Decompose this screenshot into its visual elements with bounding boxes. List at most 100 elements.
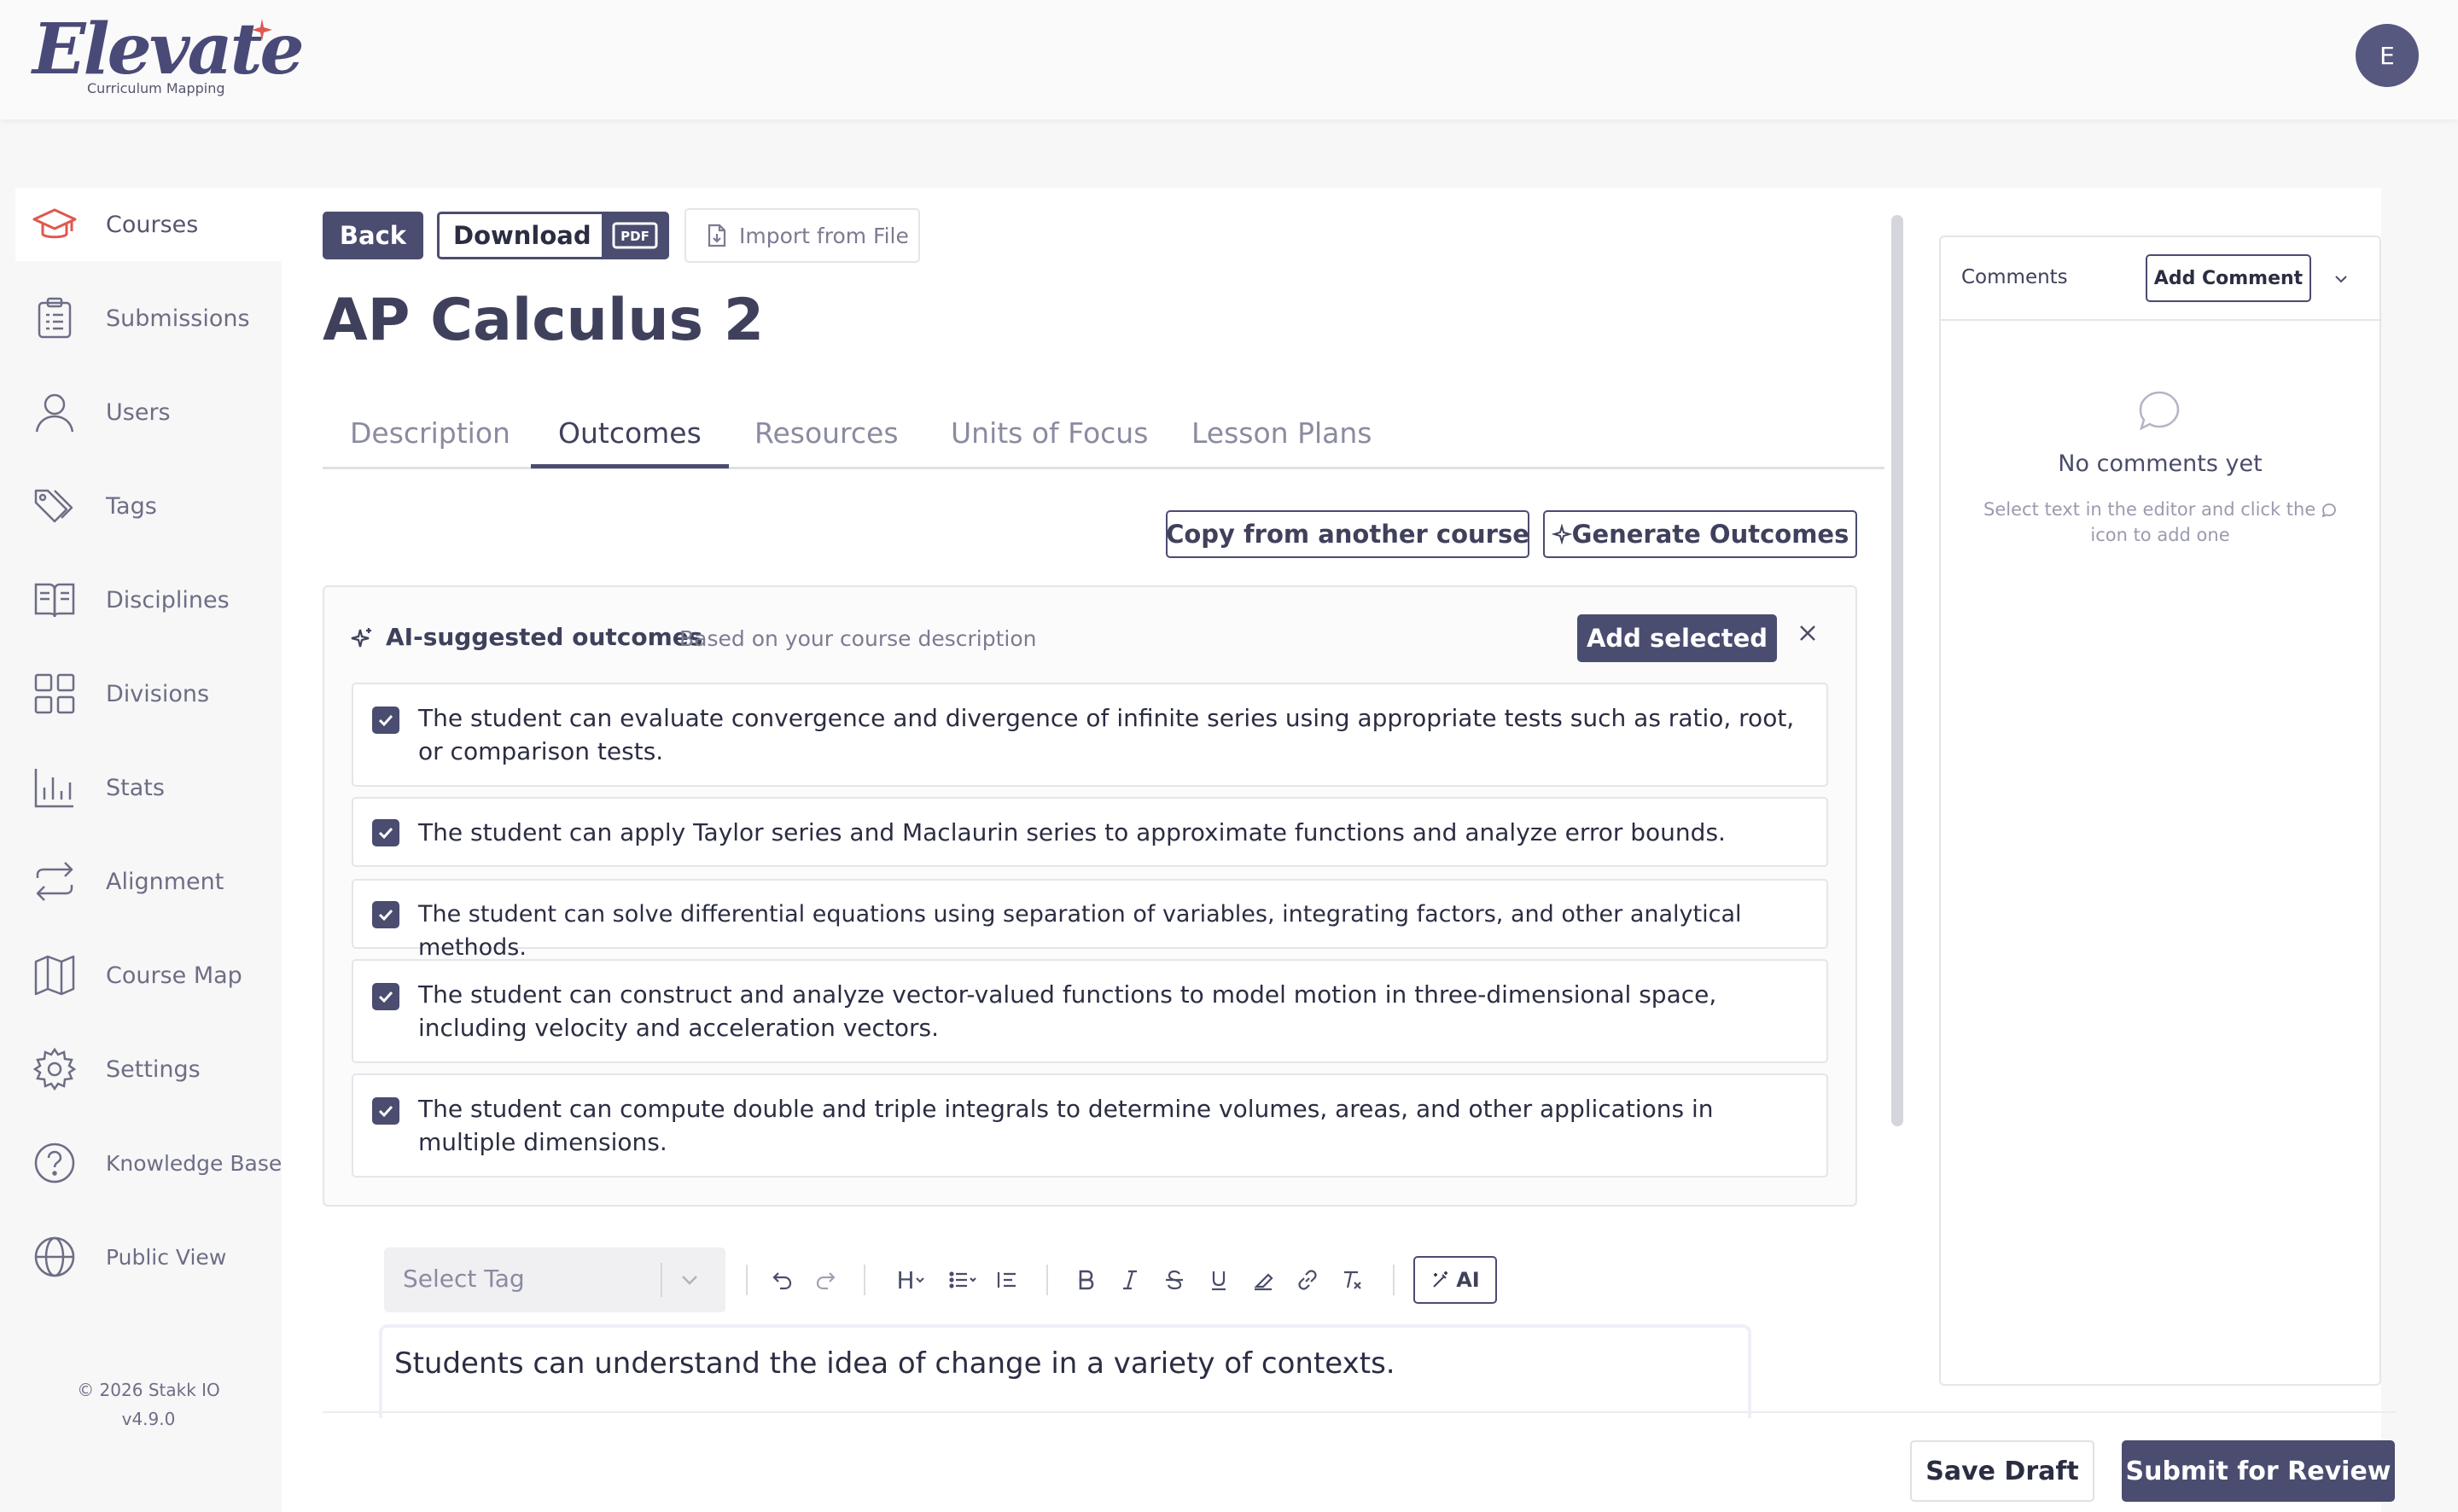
strikethrough-icon	[1166, 1270, 1183, 1290]
clear-format-button[interactable]	[1335, 1263, 1369, 1297]
generate-outcomes-button[interactable]: Generate Outcomes	[1543, 510, 1857, 558]
bullet-list-icon	[949, 1271, 976, 1288]
sidebar-item-settings[interactable]: Settings	[15, 1032, 282, 1106]
outcome-checkbox[interactable]	[372, 901, 399, 928]
heading-dropdown[interactable]: H	[891, 1263, 930, 1297]
tab-outcomes[interactable]: Outcomes	[558, 416, 702, 450]
repeat-arrows-icon	[36, 862, 73, 901]
sidebar-item-label: Settings	[106, 1055, 201, 1083]
sidebar-item-label: Alignment	[106, 868, 224, 895]
open-book-icon	[34, 583, 75, 618]
sidebar-item-alignment[interactable]: Alignment	[15, 845, 282, 918]
copy-from-course-button[interactable]: Copy from another course	[1166, 510, 1529, 558]
main-scrollbar[interactable]	[1891, 215, 1903, 1126]
app-logo[interactable]: Elevate Curriculum Mapping	[32, 9, 305, 102]
submit-for-review-button[interactable]: Submit for Review	[2122, 1440, 2395, 1502]
comment-icon	[2321, 503, 2336, 518]
globe-icon	[34, 1236, 75, 1277]
link-icon	[1298, 1270, 1317, 1290]
download-button[interactable]: Download PDF	[437, 212, 669, 259]
outcome-checkbox[interactable]	[372, 983, 399, 1010]
indent-button[interactable]	[990, 1263, 1024, 1297]
tab-resources[interactable]: Resources	[754, 416, 899, 450]
sidebar-item-knowledge-base[interactable]: Knowledge Base	[15, 1126, 282, 1200]
import-from-file-button[interactable]: Import from File	[684, 208, 920, 263]
user-icon	[35, 393, 74, 433]
tab-units-of-focus[interactable]: Units of Focus	[951, 416, 1148, 450]
message-bubble-icon	[2139, 391, 2180, 431]
back-button[interactable]: Back	[323, 212, 423, 259]
chevron-down-icon	[682, 1276, 697, 1285]
tag-select-placeholder: Select Tag	[403, 1265, 525, 1293]
outcome-item[interactable]: The student can solve differential equat…	[352, 879, 1828, 961]
sidebar-item-course-map[interactable]: Course Map	[15, 939, 282, 1012]
rich-text-editor[interactable]: Students can understand the idea of chan…	[379, 1324, 1751, 1418]
highlight-button[interactable]	[1246, 1263, 1280, 1297]
checkmark-icon	[378, 714, 393, 727]
list-dropdown[interactable]	[942, 1263, 983, 1297]
sidebar-item-stats[interactable]: Stats	[15, 751, 282, 824]
checkmark-icon	[378, 909, 393, 922]
bold-button[interactable]	[1069, 1263, 1103, 1297]
sparkle-icon	[351, 628, 371, 648]
pdf-badge-text: PDF	[620, 229, 649, 244]
sidebar-item-public-view[interactable]: Public View	[15, 1220, 282, 1294]
toolbar-divider	[746, 1265, 748, 1295]
add-selected-button[interactable]: Add selected	[1577, 614, 1777, 662]
outcome-item[interactable]: The student can construct and analyze ve…	[352, 959, 1828, 1063]
footer-divider	[323, 1411, 2397, 1413]
logo-spark-icon	[252, 19, 272, 41]
pdf-icon: PDF	[602, 214, 668, 257]
map-icon	[34, 955, 75, 996]
chevron-down-icon[interactable]	[2332, 270, 2350, 288]
tab-description[interactable]: Description	[350, 416, 510, 450]
version-text: v4.9.0	[121, 1409, 176, 1429]
bar-chart-icon	[34, 769, 73, 808]
outcome-checkbox[interactable]	[372, 819, 399, 846]
underline-button[interactable]	[1202, 1263, 1236, 1297]
tag-select[interactable]: Select Tag	[384, 1247, 725, 1312]
sidebar-item-users[interactable]: Users	[15, 375, 282, 449]
redo-button[interactable]	[809, 1263, 843, 1297]
link-button[interactable]	[1290, 1263, 1325, 1297]
italic-button[interactable]	[1113, 1263, 1147, 1297]
outcome-text: The student can solve differential equat…	[418, 901, 1742, 961]
download-label: Download	[453, 221, 591, 250]
hint-line-1: Select text in the editor and click the	[1983, 499, 2316, 520]
import-label: Import from File	[739, 223, 909, 248]
add-comment-button[interactable]: Add Comment	[2146, 254, 2311, 302]
strikethrough-button[interactable]	[1157, 1263, 1191, 1297]
sidebar-item-label: Course Map	[106, 962, 242, 989]
ai-assist-button[interactable]: AI	[1413, 1256, 1497, 1304]
clipboard-list-icon	[38, 297, 72, 339]
outcome-checkbox[interactable]	[372, 1097, 399, 1125]
sidebar-item-label: Stats	[106, 774, 165, 801]
sidebar-item-courses[interactable]: Courses	[15, 188, 282, 261]
sidebar-item-divisions[interactable]: Divisions	[15, 657, 282, 730]
select-divider	[661, 1263, 662, 1297]
sidebar-item-label: Courses	[106, 211, 199, 238]
outcome-item[interactable]: The student can apply Taylor series and …	[352, 797, 1828, 867]
user-avatar[interactable]: E	[2356, 24, 2419, 87]
magic-wand-icon	[1433, 1271, 1448, 1288]
sidebar-item-disciplines[interactable]: Disciplines	[15, 563, 282, 637]
ai-suggestions-subtitle: Based on your course description	[679, 626, 1037, 651]
sidebar-item-label: Divisions	[106, 680, 210, 707]
comments-card: Comments Add Comment No comments yet Sel…	[1939, 236, 2381, 1386]
outcome-text: The student can compute double and tripl…	[418, 1095, 1714, 1156]
undo-button[interactable]	[765, 1263, 799, 1297]
sidebar-item-submissions[interactable]: Submissions	[15, 282, 282, 355]
save-draft-button[interactable]: Save Draft	[1910, 1440, 2094, 1502]
outcome-item[interactable]: The student can evaluate convergence and…	[352, 683, 1828, 787]
copyright-text: © 2026 Stakk IO	[77, 1380, 220, 1400]
close-icon[interactable]	[1797, 623, 1818, 643]
outcome-checkbox[interactable]	[372, 707, 399, 734]
sidebar-item-label: Disciplines	[106, 586, 230, 614]
sidebar-item-label: Users	[106, 398, 171, 426]
outcome-item[interactable]: The student can compute double and tripl…	[352, 1073, 1828, 1178]
sidebar-item-tags[interactable]: Tags	[15, 469, 282, 543]
sparkle-icon	[1551, 524, 1572, 544]
outcome-text: The student can apply Taylor series and …	[418, 818, 1726, 846]
tab-lesson-plans[interactable]: Lesson Plans	[1191, 416, 1372, 450]
generate-outcomes-label: Generate Outcomes	[1571, 520, 1849, 549]
